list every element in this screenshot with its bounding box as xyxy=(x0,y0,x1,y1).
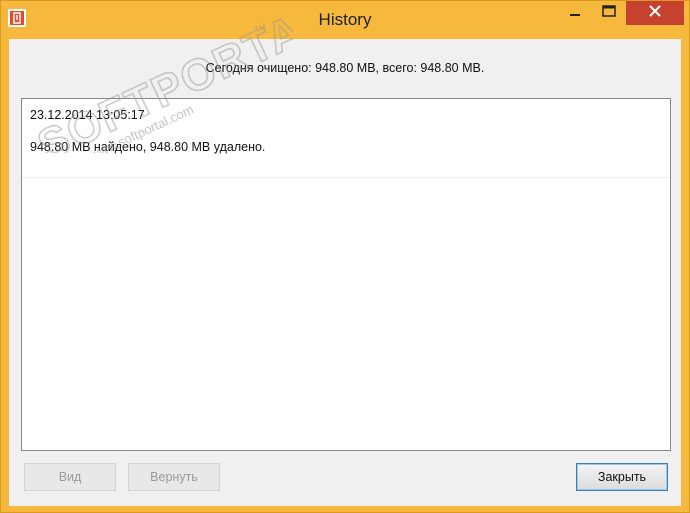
list-item[interactable]: 23.12.2014 13:05:17 948.80 MB найдено, 9… xyxy=(22,99,670,178)
entry-date: 23.12.2014 13:05:17 xyxy=(30,108,145,122)
close-icon xyxy=(649,4,661,22)
dialog-content: Сегодня очищено: 948.80 MB, всего: 948.8… xyxy=(9,39,681,506)
history-list[interactable]: 23.12.2014 13:05:17 948.80 MB найдено, 9… xyxy=(21,98,671,451)
minimize-button[interactable] xyxy=(558,1,592,25)
restore-button[interactable]: Вернуть xyxy=(128,463,220,491)
entry-detail: 948.80 MB найдено, 948.80 MB удалено. xyxy=(30,140,266,154)
close-window-button[interactable] xyxy=(626,1,684,25)
history-window: History Сегодня очищено: 948.80 MB, всег… xyxy=(0,0,690,513)
maximize-icon xyxy=(602,4,616,22)
view-button[interactable]: Вид xyxy=(24,463,116,491)
maximize-button[interactable] xyxy=(592,1,626,25)
close-button[interactable]: Закрыть xyxy=(576,463,668,491)
summary-text: Сегодня очищено: 948.80 MB, всего: 948.8… xyxy=(205,61,485,75)
minimize-icon xyxy=(569,4,581,22)
title-bar[interactable]: History xyxy=(1,1,689,39)
